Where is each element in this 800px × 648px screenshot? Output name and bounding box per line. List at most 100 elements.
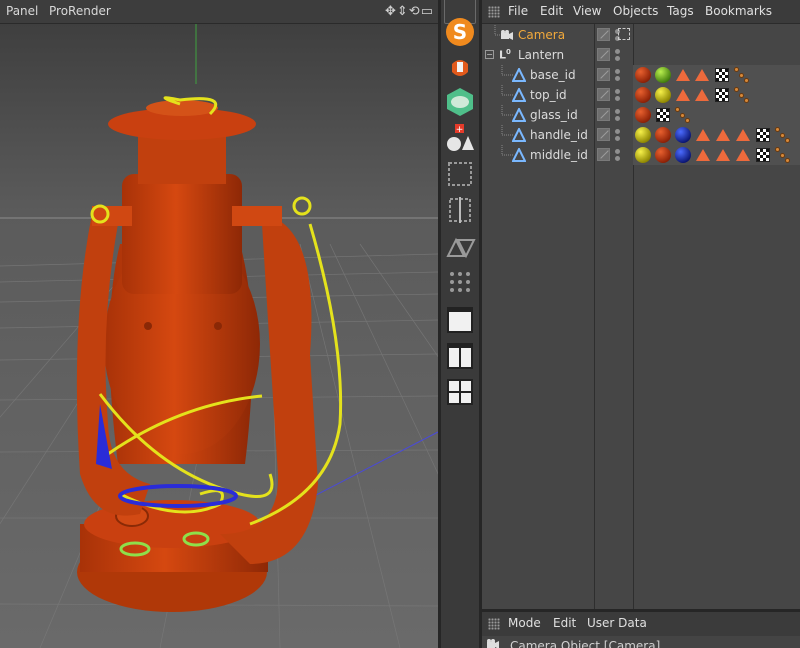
menu-tags[interactable]: Tags [667,4,694,18]
object-row-glass-id[interactable]: glass_id [482,105,800,125]
material-tag-icon[interactable] [675,127,691,143]
zoom-icon[interactable]: ⇕ [397,4,409,19]
texture-tag-icon[interactable] [756,148,770,162]
material-tag-icon[interactable] [635,107,651,123]
viewport-canvas[interactable] [0,24,438,648]
grip-icon[interactable] [488,618,500,630]
texture-tag-icon[interactable] [715,88,729,102]
object-name[interactable]: base_id [530,68,576,82]
visibility-toggle[interactable] [597,88,610,101]
selection-tag-icon[interactable] [676,69,690,81]
grid-icon[interactable] [444,266,476,298]
texture-tag-icon[interactable] [756,128,770,142]
object-row-top-id[interactable]: top_id [482,85,800,105]
material-tag-icon[interactable] [655,127,671,143]
target-tag-icon[interactable] [618,28,630,40]
visibility-toggle[interactable] [597,148,610,161]
menu-view[interactable]: View [573,4,601,18]
primitive-icon[interactable]: + [444,122,476,154]
visibility-toggle[interactable] [597,68,610,81]
phong-tag-icon[interactable] [775,127,791,143]
menu-edit[interactable]: Edit [540,4,563,18]
object-name[interactable]: Lantern [518,48,564,62]
texture-tag-icon[interactable] [715,68,729,82]
layout-single-icon[interactable] [444,304,476,336]
object-tree[interactable]: Camera − L0 Lantern base_id top_id glass… [482,24,800,609]
material-tag-icon[interactable] [655,147,671,163]
texture-tag-icon[interactable] [656,108,670,122]
material-tag-icon[interactable] [635,147,651,163]
render-visibility-dots[interactable] [615,109,620,121]
selection-tag-icon[interactable] [736,149,750,161]
polygon-icon [511,146,527,165]
polygon-icon [511,126,527,145]
object-name[interactable]: top_id [530,88,567,102]
viewport-panel[interactable]: Panel ProRender ✥⇕⟲▭ [0,0,438,648]
material-tag-icon[interactable] [675,147,691,163]
attribute-title: Camera Object [Camera] [510,639,661,648]
phong-tag-icon[interactable] [775,147,791,163]
workplane-icon[interactable] [444,52,476,84]
menu-file[interactable]: File [508,4,528,18]
phong-tag-icon[interactable] [734,67,750,83]
menu-mode[interactable]: Mode [508,616,541,630]
menu-objects[interactable]: Objects [613,4,658,18]
phong-tag-icon[interactable] [675,107,691,123]
selection-tag-icon[interactable] [716,149,730,161]
selection-tag-icon[interactable] [736,129,750,141]
visibility-toggle[interactable] [597,48,610,61]
render-visibility-dots[interactable] [615,49,620,61]
object-name[interactable]: glass_id [530,108,578,122]
object-row-camera[interactable]: Camera [482,25,800,45]
selection-tag-icon[interactable] [696,129,710,141]
material-tag-icon[interactable] [655,87,671,103]
visibility-toggle[interactable] [597,128,610,141]
material-tag-icon[interactable] [635,127,651,143]
axis-lock-icon[interactable] [444,86,476,118]
layout-four-icon[interactable] [444,376,476,408]
material-tag-icon[interactable] [655,67,671,83]
material-tag-icon[interactable] [635,67,651,83]
layout-two-icon[interactable] [444,340,476,372]
object-row-handle-id[interactable]: handle_id [482,125,800,145]
maximize-icon[interactable]: ▭ [421,4,434,19]
phong-tag-icon[interactable] [734,87,750,103]
menu-prorender[interactable]: ProRender [49,4,111,18]
selection-tag-icon[interactable] [696,149,710,161]
polygon-icon [511,66,527,85]
object-name[interactable]: middle_id [530,148,588,162]
selection-tag-icon[interactable] [716,129,730,141]
snap-icon[interactable]: S [444,16,476,48]
render-visibility-dots[interactable] [615,149,620,161]
menu-user-data[interactable]: User Data [587,616,647,630]
render-visibility-dots[interactable] [615,129,620,141]
tool-palette: S + [441,0,479,648]
render-visibility-dots[interactable] [615,69,620,81]
object-manager: File Edit View Objects Tags Bookmarks Ca… [482,0,800,648]
selection-tag-icon[interactable] [695,89,709,101]
visibility-toggle[interactable] [597,108,610,121]
object-manager-menubar: File Edit View Objects Tags Bookmarks [482,0,800,24]
rotate-icon[interactable]: ⟲ [409,4,421,19]
move-icon[interactable]: ✥ [385,4,397,19]
viewport-menubar: Panel ProRender ✥⇕⟲▭ [0,0,438,24]
render-visibility-dots[interactable] [615,89,620,101]
selection-tag-icon[interactable] [676,89,690,101]
object-name[interactable]: handle_id [530,128,588,142]
collapse-icon[interactable]: − [485,50,494,59]
grip-icon[interactable] [488,6,500,18]
menu-bookmarks[interactable]: Bookmarks [705,4,772,18]
menu-panel[interactable]: Panel [6,4,38,18]
selection-tag-icon[interactable] [695,69,709,81]
attribute-title-bar: Camera Object [Camera] [482,636,800,648]
mirror-icon[interactable] [444,230,476,262]
menu-edit[interactable]: Edit [553,616,576,630]
object-row-middle-id[interactable]: middle_id [482,145,800,165]
array-icon[interactable] [444,158,476,190]
object-row-lantern[interactable]: − L0 Lantern [482,45,800,65]
object-row-base-id[interactable]: base_id [482,65,800,85]
visibility-toggle[interactable] [597,28,610,41]
symmetry-icon[interactable] [444,194,476,226]
material-tag-icon[interactable] [635,87,651,103]
object-name[interactable]: Camera [518,28,565,42]
